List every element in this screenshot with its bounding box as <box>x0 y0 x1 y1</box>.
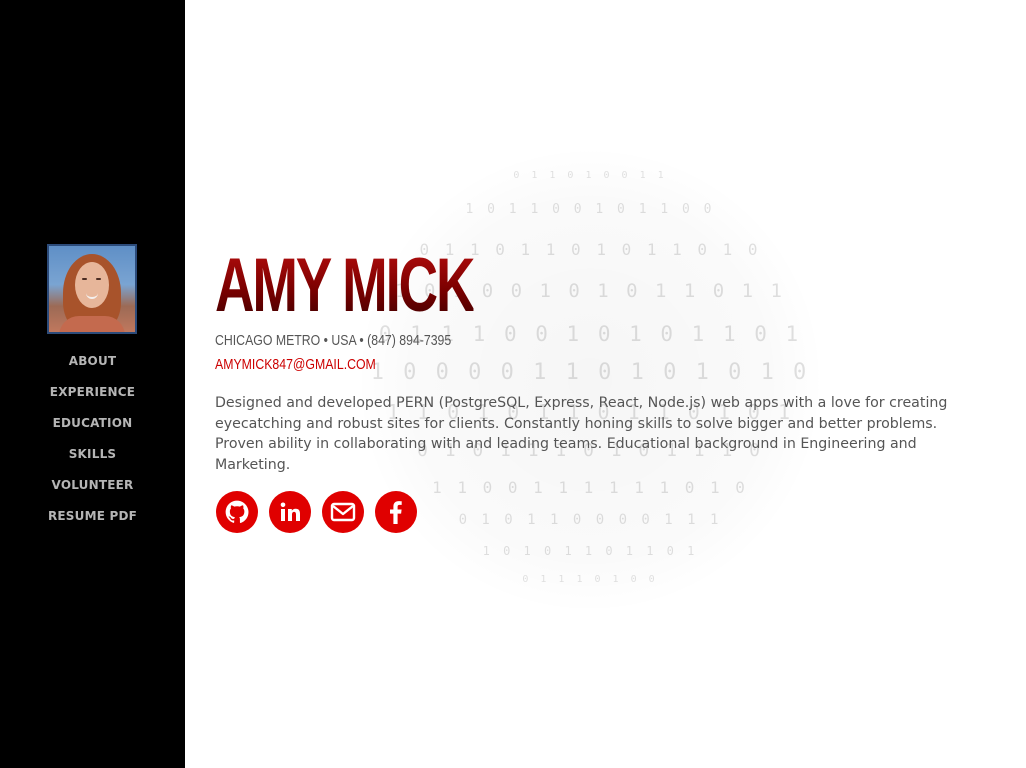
sidebar-item-about: ABOUT <box>0 351 185 382</box>
profile-email-link[interactable]: AMYMICK847@GMAIL.COM <box>215 356 376 373</box>
page: ABOUT EXPERIENCE EDUCATION SKILLS VOLUNT… <box>0 0 1026 768</box>
github-button[interactable] <box>216 491 258 533</box>
sidebar-item-skills: SKILLS <box>0 444 185 475</box>
social-links <box>216 491 417 533</box>
linkedin-button[interactable] <box>269 491 311 533</box>
nav-link-about[interactable]: ABOUT <box>69 354 117 368</box>
binary-row: 0 1 0 1 1 0 0 0 0 1 1 1 <box>458 512 722 528</box>
binary-row: 0 1 1 0 1 0 0 1 1 <box>513 170 667 181</box>
nav-link-skills[interactable]: SKILLS <box>69 447 117 461</box>
sidebar-item-experience: EXPERIENCE <box>0 382 185 413</box>
profile-bio: Designed and developed PERN (PostgreSQL,… <box>215 395 948 473</box>
avatar-eye-left <box>82 278 87 280</box>
email-button[interactable] <box>322 491 364 533</box>
binary-row: 0 1 1 1 0 1 0 0 <box>522 574 658 585</box>
nav-link-volunteer[interactable]: VOLUNTEER <box>52 478 134 492</box>
sidebar-item-education: EDUCATION <box>0 413 185 444</box>
facebook-icon <box>390 501 402 524</box>
sidebar: ABOUT EXPERIENCE EDUCATION SKILLS VOLUNT… <box>0 0 185 768</box>
sidebar-item-volunteer: VOLUNTEER <box>0 475 185 506</box>
binary-row: 1 1 0 0 1 1 1 1 1 1 0 1 0 <box>432 478 748 497</box>
binary-row: 1 0 1 0 1 1 0 1 1 0 1 <box>482 544 698 558</box>
sidebar-item-resume-pdf: RESUME PDF <box>0 506 185 537</box>
avatar-face <box>75 262 109 308</box>
nav-link-education[interactable]: EDUCATION <box>53 416 133 430</box>
binary-globe-background: 0 1 1 0 1 0 0 1 1 1 0 1 1 0 0 1 0 1 1 0 … <box>360 150 820 610</box>
linkedin-icon <box>280 502 300 521</box>
email-icon <box>330 502 356 522</box>
nav-link-resume-pdf[interactable]: RESUME PDF <box>48 509 137 523</box>
nav-link-experience[interactable]: EXPERIENCE <box>50 385 135 399</box>
github-icon <box>225 500 249 523</box>
binary-row: 1 0 0 0 0 1 1 0 1 0 1 0 1 0 <box>370 360 810 385</box>
binary-row: 1 0 1 1 0 0 1 0 1 1 0 0 <box>465 202 715 217</box>
profile-location: CHICAGO METRO • USA • (847) 894-7395 <box>215 332 452 349</box>
profile-name: AMY MICK <box>215 243 476 328</box>
avatar-eye-right <box>96 278 101 280</box>
avatar <box>47 244 137 334</box>
avatar-shirt <box>59 316 125 332</box>
facebook-button[interactable] <box>375 491 417 533</box>
sidebar-nav: ABOUT EXPERIENCE EDUCATION SKILLS VOLUNT… <box>0 351 185 537</box>
